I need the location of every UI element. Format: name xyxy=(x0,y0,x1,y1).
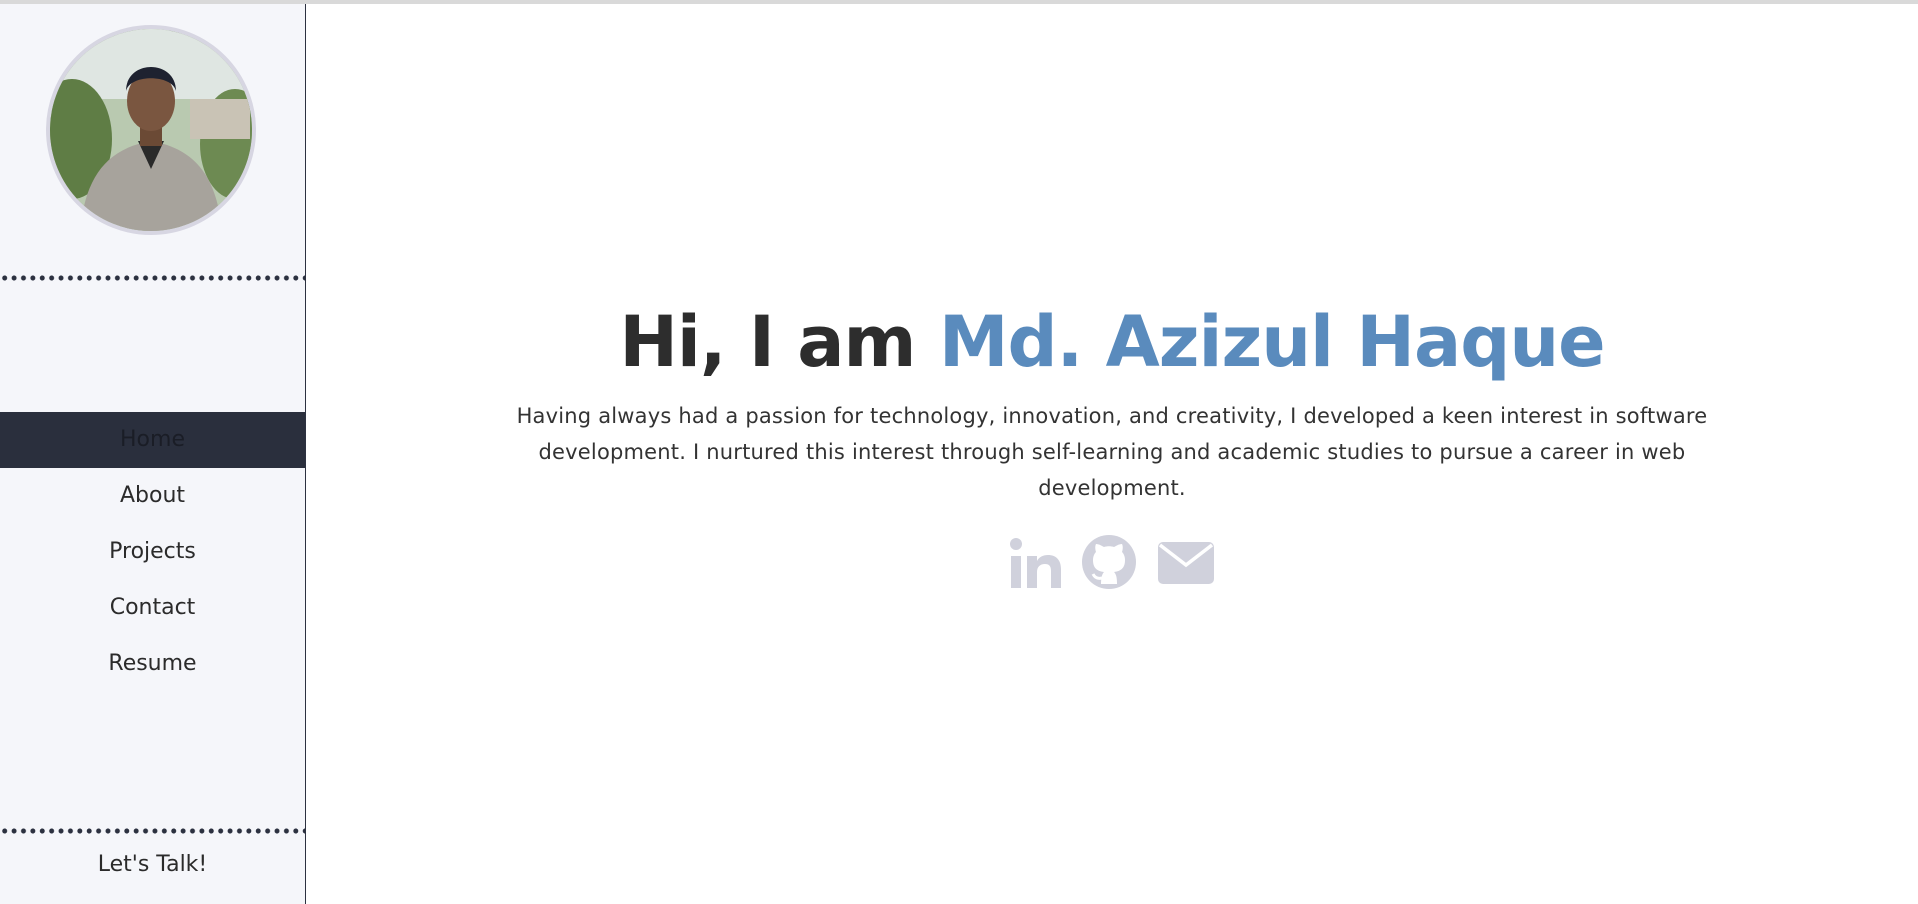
envelope-icon[interactable] xyxy=(1157,534,1215,590)
hero-greeting: Hi, I am xyxy=(619,301,916,383)
sidebar: Home About Projects Contact Resume Let's… xyxy=(0,4,306,904)
main-content: Hi, I am Md. Azizul Haque Having always … xyxy=(306,4,1918,904)
nav-item-about[interactable]: About xyxy=(0,468,305,524)
hero-heading: Hi, I am Md. Azizul Haque xyxy=(306,300,1918,384)
hero-bio: Having always had a passion for technolo… xyxy=(516,404,1708,500)
avatar xyxy=(46,25,256,235)
hero-name: Md. Azizul Haque xyxy=(938,301,1606,383)
nav-item-contact[interactable]: Contact xyxy=(0,580,305,636)
dotted-divider xyxy=(0,828,305,834)
dotted-divider xyxy=(0,275,305,281)
linkedin-icon[interactable] xyxy=(1009,534,1061,590)
main-nav: Home About Projects Contact Resume xyxy=(0,412,305,692)
nav-item-resume[interactable]: Resume xyxy=(0,636,305,692)
nav-item-projects[interactable]: Projects xyxy=(0,524,305,580)
nav-item-home[interactable]: Home xyxy=(0,412,305,468)
github-icon[interactable] xyxy=(1081,534,1137,590)
lets-talk-link[interactable]: Let's Talk! xyxy=(0,852,305,877)
social-links xyxy=(306,534,1918,590)
